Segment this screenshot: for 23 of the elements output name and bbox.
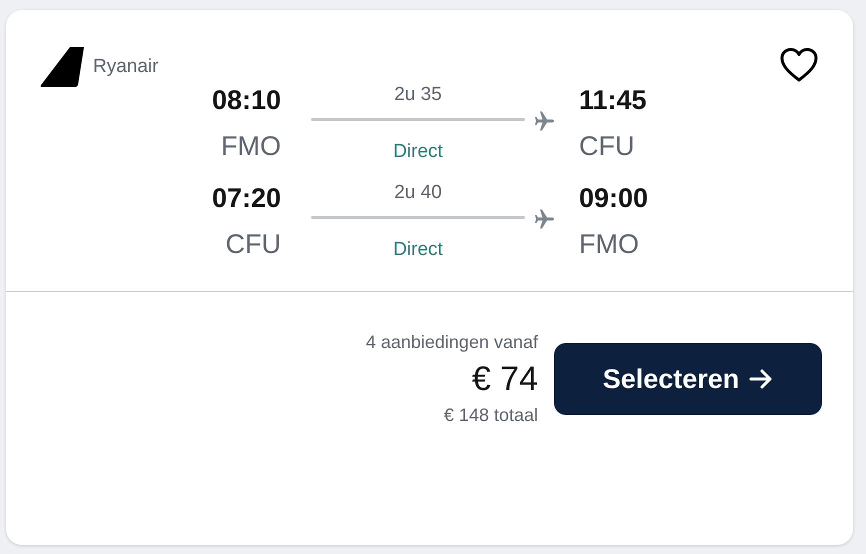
tail-fin-logo-icon: [40, 47, 84, 87]
flight-duration: 2u 40: [394, 180, 442, 204]
arrow-right-icon: [749, 368, 774, 390]
departure-time: 07:20: [212, 182, 281, 215]
stops-label: Direct: [393, 238, 443, 262]
flight-duration: 2u 35: [394, 82, 442, 106]
departure-time: 08:10: [212, 84, 281, 117]
select-button[interactable]: Selecteren: [554, 343, 822, 415]
airline-name: Ryanair: [93, 54, 158, 79]
favorite-button[interactable]: [779, 47, 819, 83]
total-price: € 148 totaal: [444, 404, 538, 427]
arrival-airport: CFU: [579, 130, 634, 163]
price: € 74: [472, 359, 538, 400]
stops-label: Direct: [393, 140, 443, 164]
arrival-time: 11:45: [579, 84, 647, 117]
airplane-icon: [533, 109, 557, 133]
departure-airport: FMO: [221, 130, 281, 163]
airplane-icon: [533, 207, 557, 231]
departure-airport: CFU: [226, 228, 281, 261]
arrival-time: 09:00: [579, 182, 648, 215]
heart-icon: [779, 47, 819, 83]
arrival-airport: FMO: [579, 228, 639, 261]
offer-count: 4 aanbiedingen vanaf: [366, 331, 538, 354]
